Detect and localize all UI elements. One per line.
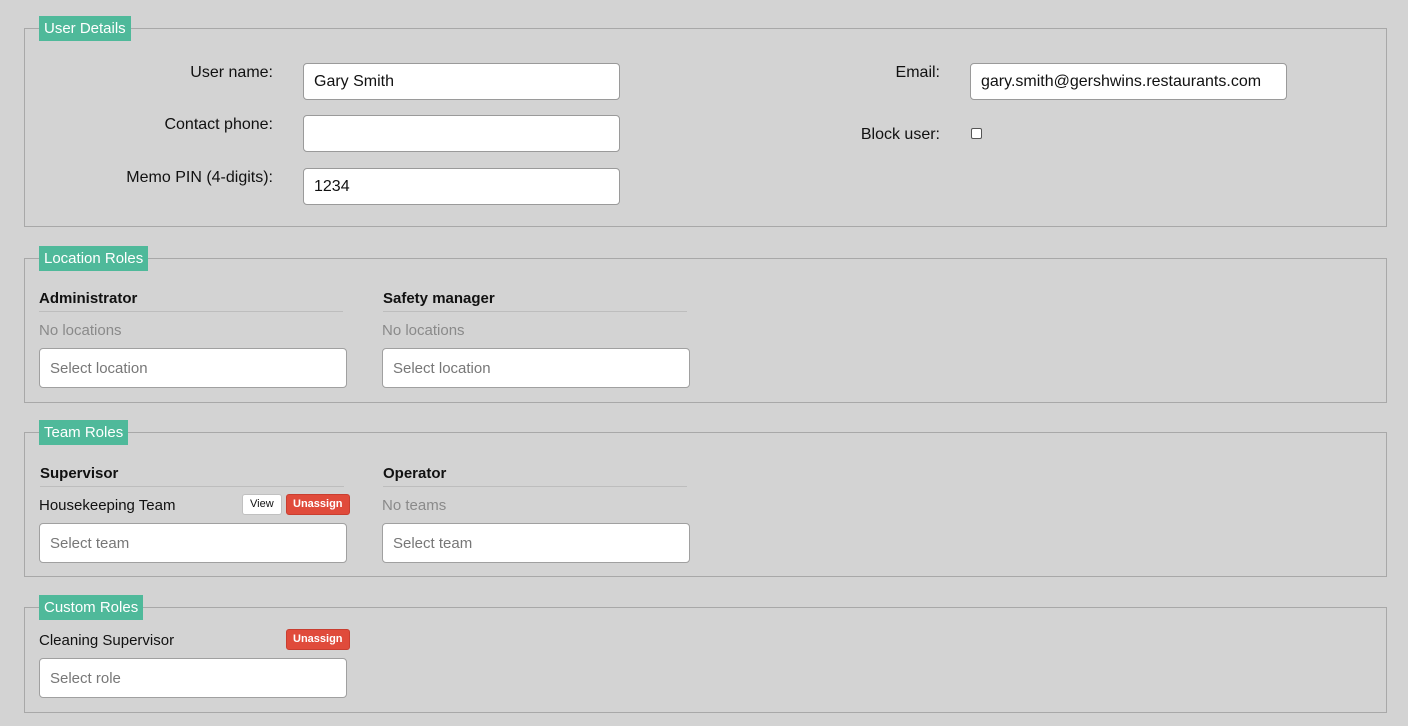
location-roles-legend: Location Roles bbox=[39, 246, 149, 271]
custom-roles-section: Custom Roles Cleaning Supervisor Unassig… bbox=[24, 595, 1387, 713]
block-user-label: Block user: bbox=[860, 126, 940, 143]
unassign-role-button[interactable]: Unassign bbox=[286, 629, 350, 650]
administrator-empty-text: No locations bbox=[39, 322, 122, 339]
custom-role-select[interactable] bbox=[39, 658, 347, 698]
safety-manager-heading: Safety manager bbox=[383, 290, 687, 312]
safety-manager-empty-text: No locations bbox=[382, 322, 465, 339]
administrator-heading: Administrator bbox=[39, 290, 343, 312]
supervisor-team-name: Housekeeping Team bbox=[39, 497, 176, 514]
custom-role-name: Cleaning Supervisor bbox=[39, 632, 175, 649]
memo-pin-input[interactable] bbox=[303, 168, 620, 205]
administrator-location-select[interactable] bbox=[39, 348, 347, 388]
custom-roles-legend: Custom Roles bbox=[39, 595, 144, 620]
user-name-input[interactable] bbox=[303, 63, 620, 100]
block-user-checkbox[interactable] bbox=[971, 128, 982, 139]
supervisor-heading: Supervisor bbox=[40, 465, 344, 487]
email-input[interactable] bbox=[970, 63, 1287, 100]
team-roles-legend: Team Roles bbox=[39, 420, 129, 445]
user-details-legend: User Details bbox=[39, 16, 131, 41]
contact-phone-label: Contact phone: bbox=[164, 116, 273, 133]
safety-manager-location-select[interactable] bbox=[382, 348, 690, 388]
user-details-section: User Details User name: Contact phone: M… bbox=[24, 16, 1387, 227]
unassign-team-button[interactable]: Unassign bbox=[286, 494, 350, 515]
memo-pin-label: Memo PIN (4-digits): bbox=[126, 169, 273, 186]
operator-heading: Operator bbox=[383, 465, 687, 487]
user-name-label: User name: bbox=[190, 64, 273, 81]
location-roles-section: Location Roles Administrator No location… bbox=[24, 246, 1387, 403]
operator-team-select[interactable] bbox=[382, 523, 690, 563]
supervisor-team-select[interactable] bbox=[39, 523, 347, 563]
operator-empty-text: No teams bbox=[382, 497, 447, 514]
contact-phone-input[interactable] bbox=[303, 115, 620, 152]
email-label: Email: bbox=[895, 64, 940, 81]
team-roles-section: Team Roles Supervisor Housekeeping Team … bbox=[24, 420, 1387, 577]
view-team-button[interactable]: View bbox=[242, 494, 282, 515]
